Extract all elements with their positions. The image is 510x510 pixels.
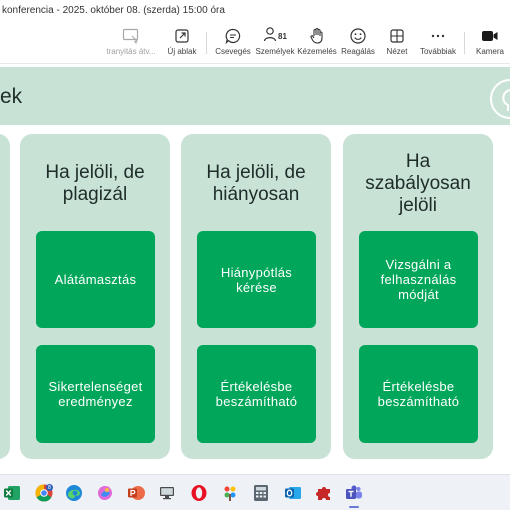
slide-column: Ha jelöli, de plagizál Alátámasztás Sike… [20,134,170,459]
calculator-icon[interactable] [251,483,271,503]
more-icon [430,26,446,46]
camera-icon [481,26,499,46]
slide-column: Ha jelöli, de hiányosan Hiánypótlás kéré… [181,134,331,459]
people-button[interactable]: 81 Személyek [254,26,296,62]
paint-icon[interactable] [220,483,240,503]
puzzle-app-icon[interactable] [314,483,334,503]
raise-hand-icon [309,26,325,46]
edge-icon[interactable] [64,483,84,503]
chat-button[interactable]: Csevegés [214,26,252,62]
excel-icon[interactable] [2,483,22,503]
copilot-icon[interactable] [95,483,115,503]
chrome-icon[interactable]: 8 [34,483,54,503]
remote-desktop-icon[interactable] [157,483,177,503]
slide-column-partial [0,134,10,459]
column-title: Ha jelöli, de plagizál [45,162,145,205]
new-window-icon [174,26,190,46]
react-button[interactable]: Reagálás [340,26,376,62]
opera-icon[interactable] [189,483,209,503]
teams-icon[interactable] [344,483,364,503]
slide-title: ek [0,85,23,108]
head-outline-icon [490,79,510,119]
participant-count: 81 [278,31,287,41]
slide-tile: Értékelésbe beszámítható [197,345,316,443]
slide-tile: Sikertelenséget eredményez [36,345,155,443]
shared-slide: ek Ha jelöli, de plagizál Alátámasztás S… [0,64,510,464]
view-button[interactable]: Nézet [382,26,412,62]
view-grid-icon [389,26,405,46]
active-app-indicator [349,506,359,508]
take-control-button[interactable]: tranyitás átv... [103,26,159,62]
column-title: Ha szabályosan jelöli [365,151,471,216]
toolbar-divider [206,32,207,54]
slide-tile: Vizsgálni a felhasználás módját [359,231,478,328]
slide-column: Ha szabályosan jelöli Vizsgálni a felhas… [343,134,493,459]
window-title: konferencia - 2025. október 08. (szerda)… [0,0,510,22]
slide-tile: Értékelésbe beszámítható [359,345,478,443]
powerpoint-icon[interactable] [126,483,146,503]
chrome-badge: 8 [48,485,51,491]
taskbar: 8 [0,474,510,510]
more-button[interactable]: Továbbiak [418,26,458,62]
raise-hand-button[interactable]: Kézemelés [297,26,337,62]
outlook-icon[interactable] [283,483,303,503]
column-title: Ha jelöli, de hiányosan [206,162,306,205]
slide-tile: Hiánypótlás kérése [197,231,316,328]
screen-share-control-icon [122,26,140,46]
react-smiley-icon [349,26,367,46]
slide-tile: Alátámasztás [36,231,155,328]
new-window-button[interactable]: Új ablak [164,26,200,62]
screen: konferencia - 2025. október 08. (szerda)… [0,0,510,510]
camera-button[interactable]: Kamera [472,26,508,62]
toolbar-divider [464,32,465,54]
meeting-toolbar: tranyitás átv... Új ablak Csevegés 81 Sz… [0,22,510,64]
chat-icon [224,26,242,46]
slide-header: ek [0,67,510,125]
people-icon [263,26,277,47]
